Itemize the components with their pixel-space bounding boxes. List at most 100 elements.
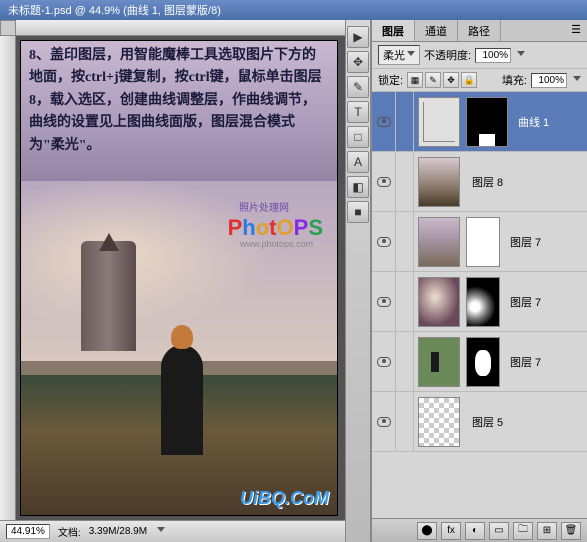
- link-column[interactable]: [396, 212, 414, 271]
- delete-layer-button[interactable]: 🗑: [561, 522, 581, 540]
- blend-mode-select[interactable]: 柔光: [378, 45, 420, 65]
- lock-position-icon[interactable]: ✥: [443, 72, 459, 88]
- layer-name[interactable]: 曲线 1: [510, 114, 549, 130]
- visibility-toggle[interactable]: [372, 272, 396, 331]
- tab-layers[interactable]: 图层: [372, 20, 415, 41]
- chevron-down-icon: [407, 51, 415, 60]
- tool-arrow[interactable]: ▶: [347, 26, 369, 48]
- fill-chevron-icon[interactable]: [573, 76, 581, 85]
- layer-mask-thumb[interactable]: [466, 217, 500, 267]
- ruler-vertical[interactable]: [0, 36, 16, 520]
- layer-name[interactable]: 图层 8: [464, 174, 503, 190]
- opacity-input[interactable]: 100%: [475, 48, 511, 63]
- tool-fill[interactable]: ■: [347, 201, 369, 223]
- tool-text-a[interactable]: A: [347, 151, 369, 173]
- tool-brush[interactable]: ✎: [347, 76, 369, 98]
- layers-panel: 图层 通道 路径 ☰ 柔光 不透明度: 100% 锁定: ▦ ✎ ✥ 🔒 填充:…: [371, 20, 587, 542]
- layer-8[interactable]: 图层 8: [372, 152, 587, 212]
- docsize-label: 文档:: [58, 524, 81, 539]
- layer-7a[interactable]: 图层 7: [372, 212, 587, 272]
- layer-thumb[interactable]: [418, 217, 460, 267]
- add-mask-button[interactable]: ◐: [465, 522, 485, 540]
- layer-name[interactable]: 图层 7: [502, 354, 541, 370]
- logo-url: www.photops.com: [240, 239, 313, 249]
- status-bar: 44.91% 文档: 3.39M/28.9M: [0, 520, 345, 542]
- logo-subtitle: 照片处理网: [239, 199, 289, 214]
- opacity-label: 不透明度:: [424, 47, 471, 63]
- new-group-button[interactable]: 🗀: [513, 522, 533, 540]
- layer-mask-thumb[interactable]: [466, 97, 508, 147]
- tab-channels[interactable]: 通道: [415, 20, 458, 41]
- link-layers-button[interactable]: ⬤: [417, 522, 437, 540]
- tool-swatch[interactable]: ◧: [347, 176, 369, 198]
- link-column[interactable]: [396, 92, 414, 151]
- new-adjustment-button[interactable]: ▭: [489, 522, 509, 540]
- lock-transparency-icon[interactable]: ▦: [407, 72, 423, 88]
- tutorial-text: 8、盖印图层，用智能魔棒工具选取图片下方的地面，按ctrl+j键复制，按ctrl…: [29, 45, 329, 157]
- layer-7b[interactable]: 图层 7: [372, 272, 587, 332]
- fill-input[interactable]: 100%: [531, 73, 567, 88]
- artwork: 8、盖印图层，用智能魔棒工具选取图片下方的地面，按ctrl+j键复制，按ctrl…: [20, 40, 338, 516]
- lock-all-icon[interactable]: 🔒: [461, 72, 477, 88]
- panel-tabs: 图层 通道 路径 ☰: [372, 20, 587, 42]
- main-area: 8、盖印图层，用智能魔棒工具选取图片下方的地面，按ctrl+j键复制，按ctrl…: [0, 20, 587, 542]
- lock-fill-row: 锁定: ▦ ✎ ✥ 🔒 填充: 100%: [372, 69, 587, 92]
- opacity-chevron-icon[interactable]: [517, 51, 525, 60]
- layer-thumb[interactable]: [418, 157, 460, 207]
- adjustment-thumb[interactable]: [418, 97, 460, 147]
- layer-style-button[interactable]: fx: [441, 522, 461, 540]
- lock-buttons: ▦ ✎ ✥ 🔒: [407, 72, 477, 88]
- eye-icon: [377, 237, 391, 247]
- blend-opacity-row: 柔光 不透明度: 100%: [372, 42, 587, 69]
- ruler-horizontal[interactable]: [16, 20, 345, 36]
- eye-icon: [377, 417, 391, 427]
- tab-paths[interactable]: 路径: [458, 20, 501, 41]
- panel-menu-icon[interactable]: ☰: [565, 20, 587, 41]
- tool-type[interactable]: T: [347, 101, 369, 123]
- link-column[interactable]: [396, 152, 414, 211]
- photops-logo: PhotOPS: [228, 215, 323, 241]
- lock-pixels-icon[interactable]: ✎: [425, 72, 441, 88]
- window-title: 未标题-1.psd @ 44.9% (曲线 1, 图层蒙版/8): [8, 2, 221, 18]
- lock-label: 锁定:: [378, 72, 403, 88]
- visibility-toggle[interactable]: [372, 92, 396, 151]
- visibility-toggle[interactable]: [372, 152, 396, 211]
- document-canvas[interactable]: 8、盖印图层，用智能魔棒工具选取图片下方的地面，按ctrl+j键复制，按ctrl…: [16, 36, 345, 520]
- canvas-area: 8、盖印图层，用智能魔棒工具选取图片下方的地面，按ctrl+j键复制，按ctrl…: [0, 20, 345, 542]
- eye-icon: [377, 357, 391, 367]
- layer-name[interactable]: 图层 7: [502, 234, 541, 250]
- link-column[interactable]: [396, 392, 414, 451]
- layers-list: 曲线 1 图层 8 图层 7 图层 7: [372, 92, 587, 518]
- artwork-castle: [81, 241, 136, 351]
- layer-thumb[interactable]: [418, 397, 460, 447]
- link-column[interactable]: [396, 332, 414, 391]
- layer-mask-thumb[interactable]: [466, 337, 500, 387]
- eye-icon: [377, 117, 391, 127]
- watermark: UiBQ.CoM: [240, 488, 329, 509]
- layers-footer: ⬤ fx ◐ ▭ 🗀 ⊞ 🗑: [372, 518, 587, 542]
- layer-thumb[interactable]: [418, 277, 460, 327]
- ruler-origin[interactable]: [0, 20, 16, 36]
- eye-icon: [377, 177, 391, 187]
- tool-move[interactable]: ✥: [347, 51, 369, 73]
- layer-5[interactable]: 图层 5: [372, 392, 587, 452]
- visibility-toggle[interactable]: [372, 212, 396, 271]
- layer-mask-thumb[interactable]: [466, 277, 500, 327]
- docsize-value: 3.39M/28.9M: [89, 526, 147, 537]
- window-titlebar: 未标题-1.psd @ 44.9% (曲线 1, 图层蒙版/8): [0, 0, 587, 20]
- visibility-toggle[interactable]: [372, 332, 396, 391]
- layer-curves-1[interactable]: 曲线 1: [372, 92, 587, 152]
- tool-shape[interactable]: □: [347, 126, 369, 148]
- transparency-checker: [419, 398, 459, 446]
- layer-name[interactable]: 图层 7: [502, 294, 541, 310]
- visibility-toggle[interactable]: [372, 392, 396, 451]
- layer-name[interactable]: 图层 5: [464, 414, 503, 430]
- statusbar-chevron-icon[interactable]: [157, 527, 165, 536]
- new-layer-button[interactable]: ⊞: [537, 522, 557, 540]
- layer-thumb[interactable]: [418, 337, 460, 387]
- link-column[interactable]: [396, 272, 414, 331]
- artwork-figure: [161, 345, 203, 455]
- fill-label: 填充:: [502, 72, 527, 88]
- zoom-input[interactable]: 44.91%: [6, 524, 50, 539]
- layer-7c[interactable]: 图层 7: [372, 332, 587, 392]
